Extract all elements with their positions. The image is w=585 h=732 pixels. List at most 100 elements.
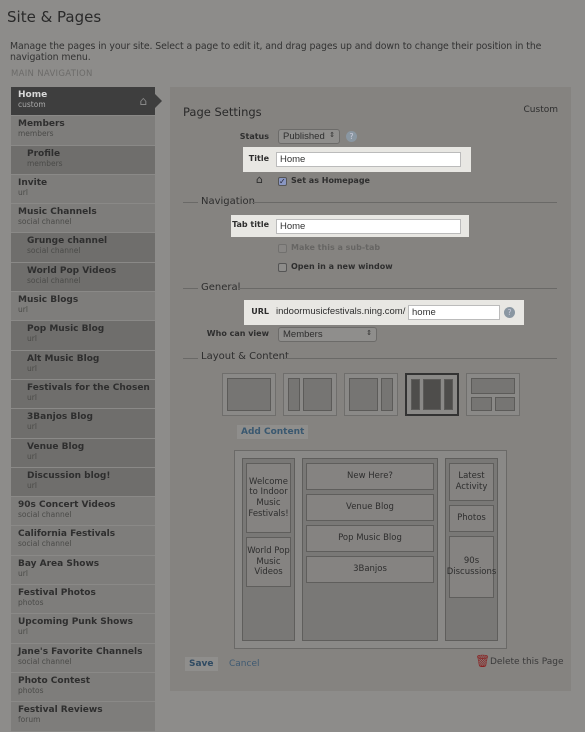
sidebar-item-name: Profile [27, 148, 61, 159]
title-label: Title [248, 154, 269, 163]
url-help-icon[interactable]: ? [504, 307, 515, 318]
sidebar-item[interactable]: Home custom ⌂ [11, 87, 162, 117]
sidebar-item[interactable]: Festival Reviews forum [11, 702, 155, 732]
sidebar-item[interactable]: Grunge channel social channel [11, 233, 155, 263]
sidebar-item-type: url [27, 422, 37, 432]
layout-options [222, 373, 520, 416]
trash-icon[interactable]: 🗑 [475, 654, 490, 668]
sidebar-item-type: photos [18, 685, 44, 695]
sidebar-item[interactable]: 90s Concert Videos social channel [11, 497, 155, 527]
layout-one-column[interactable] [222, 373, 276, 416]
sidebar-item[interactable]: 3Banjos Blog url [11, 409, 155, 439]
url-prefix: indoormusicfestivals.ning.com/ [276, 306, 406, 317]
homepage-label: Set as Homepage [291, 176, 370, 185]
main-navigation-heading: MAIN NAVIGATION [11, 69, 93, 79]
help-icon[interactable]: ? [346, 131, 357, 142]
sidebar-item[interactable]: Jane's Favorite Channels social channel [11, 643, 155, 673]
home-icon: ⌂ [139, 94, 147, 108]
sidebar-item[interactable]: Bay Area Shows url [11, 555, 155, 586]
sidebar-item[interactable]: World Pop Videos social channel [11, 262, 155, 293]
content-module[interactable]: World Pop Music Videos [246, 537, 291, 587]
home-icon: ⌂ [256, 173, 263, 186]
sidebar-item-name: Members [18, 119, 65, 130]
sidebar-item-name: Festivals for the Chosen [27, 382, 150, 393]
sidebar-item-type: url [27, 480, 37, 490]
sidebar-item-name: Jane's Favorite Channels [18, 646, 143, 657]
layout-right-sidebar[interactable] [344, 373, 398, 416]
sidebar-item-type: members [27, 158, 63, 168]
sidebar-item-name: California Festivals [18, 529, 116, 540]
page-type: Custom [523, 105, 558, 115]
general-heading: General [201, 282, 241, 293]
content-module[interactable]: New Here? [306, 463, 434, 490]
add-content-button[interactable]: Add Content [237, 425, 309, 439]
page-description: Manage the pages in your site. Select a … [10, 41, 542, 63]
sidebar-item-type: photos [18, 598, 44, 608]
who-can-view-select[interactable]: Members ⇕ [278, 327, 377, 342]
layout-three-column[interactable] [405, 373, 459, 416]
sidebar-item-name: Music Blogs [18, 295, 79, 306]
sidebar-item-name: Photo Contest [18, 675, 91, 686]
title-input[interactable]: Home [276, 152, 461, 167]
sidebar-item-type: members [18, 129, 54, 139]
content-module[interactable]: Latest Activity [449, 463, 494, 501]
tab-title-input[interactable]: Home [276, 219, 461, 234]
layout-left-sidebar[interactable] [283, 373, 337, 416]
sidebar-item[interactable]: Alt Music Blog url [11, 350, 155, 380]
sidebar-item[interactable]: Music Blogs url [11, 292, 155, 322]
sidebar-item-name: Invite [18, 177, 48, 188]
content-module[interactable]: Pop Music Blog [306, 525, 434, 552]
column-left: Welcome to Indoor Music Festivals! World … [242, 458, 295, 641]
sidebar-item-name: Pop Music Blog [27, 324, 105, 335]
new-window-label: Open in a new window [291, 262, 393, 271]
sidebar-item[interactable]: Discussion blog! url [11, 467, 155, 498]
sidebar-item-type: social channel [18, 656, 72, 666]
page-title: Site & Pages [7, 8, 102, 26]
cancel-button[interactable]: Cancel [229, 659, 260, 669]
sidebar-item[interactable]: Members members [11, 116, 155, 146]
layout-heading: Layout & Content [201, 351, 289, 362]
sidebar-item-type: url [27, 451, 37, 461]
sidebar-item[interactable]: Profile members [11, 145, 155, 175]
sidebar-item-name: World Pop Videos [27, 265, 117, 276]
new-window-checkbox[interactable] [278, 263, 287, 272]
sidebar-item[interactable]: Venue Blog url [11, 438, 155, 468]
content-module[interactable]: 3Banjos [306, 556, 434, 583]
column-right: Latest Activity Photos 90s Discussions [445, 458, 498, 641]
content-module[interactable]: Photos [449, 505, 494, 532]
sidebar-item[interactable]: Invite url [11, 174, 155, 205]
sidebar-item[interactable]: Photo Contest photos [11, 672, 155, 703]
delete-page-button[interactable]: Delete this Page [490, 657, 564, 667]
sidebar-item-name: Alt Music Blog [27, 353, 100, 364]
sidebar-item-type: custom [18, 100, 46, 109]
save-button[interactable]: Save [185, 657, 218, 671]
navigation-heading: Navigation [201, 196, 255, 207]
subtab-label: Make this a sub-tab [291, 243, 381, 252]
status-select[interactable]: Published ⇕ [278, 129, 340, 144]
sidebar-item[interactable]: California Festivals social channel [11, 526, 155, 556]
sidebar-item-name: Bay Area Shows [18, 558, 100, 569]
url-label: URL [251, 307, 269, 316]
content-module[interactable]: Welcome to Indoor Music Festivals! [246, 463, 291, 533]
sidebar-item-type: url [27, 363, 37, 373]
sidebar-item-type: url [27, 334, 37, 344]
sidebar-item-type: url [27, 392, 37, 402]
subtab-checkbox[interactable] [278, 244, 287, 253]
url-input[interactable]: home [408, 305, 500, 320]
sidebar-item[interactable]: Pop Music Blog url [11, 321, 155, 351]
content-module[interactable]: 90s Discussions [447, 536, 496, 598]
layout-header-two-column[interactable] [466, 373, 520, 416]
sidebar-item-type: social channel [27, 246, 81, 256]
sidebar-item[interactable]: Festivals for the Chosen url [11, 379, 155, 410]
sidebar-item-name: Discussion blog! [27, 470, 111, 481]
sidebar-item[interactable]: Music Channels social channel [11, 204, 155, 234]
sidebar-item-type: social channel [18, 539, 72, 549]
sidebar-item-type: social channel [27, 275, 81, 285]
sidebar-item-type: url [18, 568, 28, 578]
homepage-checkbox[interactable]: ✓ [278, 177, 287, 186]
sidebar-item-type: forum [18, 715, 41, 725]
sidebar-item-type: url [18, 627, 28, 637]
content-module[interactable]: Venue Blog [306, 494, 434, 521]
sidebar-item[interactable]: Festival Photos photos [11, 585, 155, 615]
sidebar-item[interactable]: Upcoming Punk Shows url [11, 614, 155, 644]
